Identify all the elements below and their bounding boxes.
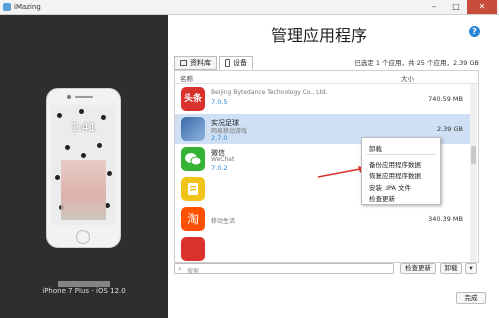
search-icon: ⌕ — [178, 265, 182, 273]
phone-screen: 1:41 — [51, 105, 116, 225]
phone-icon — [225, 59, 230, 67]
phone-image: 1:41 — [46, 88, 121, 248]
app-vendor: WeChat — [211, 156, 235, 163]
monitor-icon — [180, 60, 187, 66]
wallpaper-photo — [61, 160, 106, 220]
tab-device[interactable]: 设备 — [219, 56, 253, 70]
app-vendor: 移动生活 — [211, 218, 236, 225]
app-icon-yellow — [181, 177, 205, 201]
search-input[interactable]: ⌕ 搜索 — [174, 263, 394, 275]
toutiao-app-icon: 头条 — [181, 87, 205, 111]
app-version: 2.7.0 — [211, 134, 228, 142]
lock-time: 1:41 — [71, 121, 96, 134]
app-vendor: Beijing Bytedance Technology Co., Ltd. — [211, 89, 328, 96]
app-size: 340.39 MB — [428, 215, 463, 223]
more-dropdown-button[interactable]: ▾ — [465, 263, 477, 274]
wechat-app-icon — [181, 147, 205, 171]
menu-item-install-ipa[interactable]: 安装 .IPA 文件 — [369, 182, 411, 192]
tab-library-label: 资料库 — [190, 59, 211, 67]
selection-status: 已选定 1 个应用，共 25 个应用，2.39 GB — [354, 59, 479, 67]
scrollbar-thumb[interactable] — [471, 146, 476, 164]
device-panel: 1:41 iPhone 7 Plus - iOS 12.0 — [0, 15, 168, 318]
search-placeholder: 搜索 — [187, 267, 200, 275]
window-title: iMazing — [14, 3, 41, 11]
help-icon[interactable]: ? — [469, 26, 480, 37]
bottom-toolbar: ⌕ 搜索 检查更新 卸载 ▾ — [174, 263, 479, 275]
app-version: 7.0.2 — [211, 164, 228, 172]
tab-device-label: 设备 — [233, 59, 247, 67]
column-size[interactable]: 大小 — [401, 73, 414, 83]
tab-library[interactable]: 资料库 — [174, 56, 217, 70]
app-icon-red — [181, 237, 205, 261]
taobao-app-icon: 淘 — [181, 207, 205, 231]
tab-bar: 资料库 设备 — [174, 56, 255, 70]
pes-app-icon — [181, 117, 205, 141]
page-title: 管理应用程序 — [271, 26, 368, 45]
minimize-button[interactable]: – — [423, 0, 445, 14]
menu-item-restore-data[interactable]: 恢复应用程序数据 — [369, 170, 421, 180]
title-bar: iMazing – □ ✕ — [0, 0, 499, 15]
app-icon — [3, 3, 11, 11]
list-item[interactable]: 淘 移动生活 340.39 MB — [175, 204, 471, 234]
speaker-icon — [75, 96, 93, 98]
camera-icon — [67, 95, 71, 99]
menu-item-check-updates[interactable]: 检查更新 — [369, 193, 395, 203]
menu-item-backup-data[interactable]: 备份应用程序数据 — [369, 159, 421, 169]
window-controls: – □ ✕ — [423, 0, 497, 14]
check-updates-button[interactable]: 检查更新 — [400, 263, 436, 274]
close-button[interactable]: ✕ — [467, 0, 497, 14]
done-button[interactable]: 完成 — [456, 292, 486, 304]
column-header: 名称 大小 — [175, 71, 478, 84]
list-item[interactable]: 头条 Beijing Bytedance Technology Co., Ltd… — [175, 84, 471, 114]
uninstall-button[interactable]: 卸载 — [440, 263, 462, 274]
maximize-button[interactable]: □ — [445, 0, 467, 14]
app-version: 7.0.5 — [211, 98, 228, 106]
list-scrollbar[interactable] — [470, 84, 477, 262]
column-name[interactable]: 名称 — [180, 73, 193, 83]
context-menu: 卸载 备份应用程序数据 恢复应用程序数据 安装 .IPA 文件 检查更新 — [361, 137, 441, 205]
list-item[interactable] — [175, 234, 471, 262]
menu-divider — [366, 154, 436, 155]
home-button-icon — [76, 230, 90, 244]
device-name: iPhone 7 Plus - iOS 12.0 — [42, 287, 126, 295]
app-size: 2.39 GB — [436, 125, 463, 133]
app-size: 740.59 MB — [428, 95, 463, 103]
menu-item-uninstall[interactable]: 卸载 — [369, 143, 382, 153]
